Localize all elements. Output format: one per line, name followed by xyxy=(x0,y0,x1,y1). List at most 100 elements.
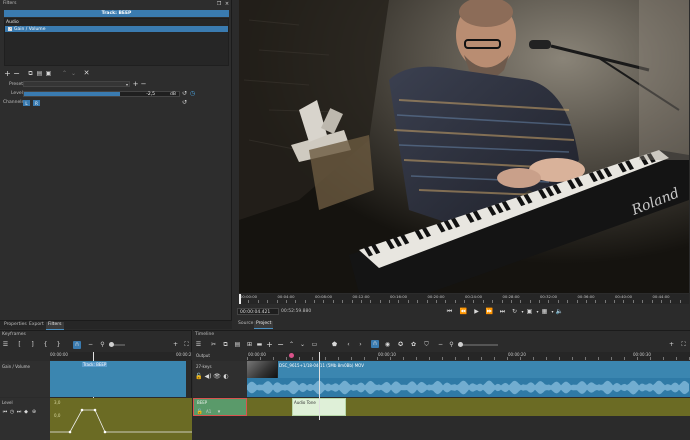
add-keyframe-icon[interactable]: ∩ xyxy=(73,341,81,349)
lift-icon[interactable]: + xyxy=(266,340,273,348)
v1-mute-icon[interactable]: ◀) xyxy=(205,374,212,380)
paste-icon[interactable]: ▤ xyxy=(234,341,241,348)
a1-track-button[interactable]: A1 xyxy=(206,410,211,414)
add-kf-icon[interactable]: ◷ xyxy=(9,409,15,415)
ripple-markers-icon[interactable]: ⛉ xyxy=(423,341,430,348)
tab-filters[interactable]: Filters xyxy=(46,322,64,330)
move-down-icon[interactable]: ⌄ xyxy=(70,70,77,77)
deselect-filter-icon[interactable]: ✕ xyxy=(83,70,90,77)
prev-kf-icon[interactable]: ⏮ xyxy=(2,409,8,415)
set-out-icon[interactable]: ] xyxy=(29,341,36,348)
tl-zoom-handle[interactable] xyxy=(458,342,463,347)
preset-select[interactable]: ▾ xyxy=(23,81,130,87)
v1-hide-icon[interactable]: 👁 xyxy=(213,374,221,380)
zoom-icon[interactable]: ▣ xyxy=(526,308,533,315)
tab-export[interactable]: Export xyxy=(27,322,46,329)
tab-properties[interactable]: Properties xyxy=(2,322,29,329)
zoom-slider-handle[interactable] xyxy=(109,342,114,347)
tab-source[interactable]: Source xyxy=(236,321,255,328)
tl-a1-header[interactable]: BEEP 🔓 A1 ▾ xyxy=(193,398,247,416)
ripple-all-icon[interactable]: ✿ xyxy=(410,341,417,348)
tl-zoom-slider[interactable] xyxy=(458,342,498,347)
ripple-delete-icon[interactable]: ▬ xyxy=(256,341,263,348)
ripple-icon[interactable]: ✪ xyxy=(397,341,404,348)
set-in-icon[interactable]: [ xyxy=(16,341,23,348)
video-frame[interactable]: Roland xyxy=(239,0,689,293)
remove-filter-icon[interactable]: − xyxy=(13,69,20,77)
menu-icon[interactable]: ☰ xyxy=(2,341,9,348)
zoom-slider[interactable] xyxy=(109,342,125,347)
save-preset-icon[interactable]: ▣ xyxy=(45,70,52,77)
float-icon[interactable]: ❐ xyxy=(216,1,222,7)
channel-r-button[interactable]: R xyxy=(33,100,40,106)
channel-l-button[interactable]: L xyxy=(23,100,30,106)
zoom-magnifier-icon[interactable]: ⚲ xyxy=(99,341,106,348)
add-preset-icon[interactable]: + xyxy=(132,81,139,88)
rewind-icon[interactable]: ⏪ xyxy=(460,308,467,315)
tl-zoom-magnifier-icon[interactable]: ⚲ xyxy=(448,341,455,348)
zoom-out-icon[interactable]: − xyxy=(87,341,94,348)
copy-icon[interactable]: ⧉ xyxy=(222,341,229,348)
filter-list-item[interactable]: ✓ Gain / Volume xyxy=(5,26,228,32)
player-ruler[interactable]: 00:00:00 00:04:00 00:08:00 00:12:00 00:16:00… xyxy=(239,294,689,304)
grid-icon[interactable]: ▦ xyxy=(541,308,548,315)
marker-icon[interactable]: ⬟ xyxy=(331,341,338,348)
tl-in-marker[interactable] xyxy=(289,353,294,358)
tl-zoom-in-icon[interactable]: + xyxy=(668,341,675,348)
loop-options-icon[interactable]: ▾ xyxy=(519,308,526,315)
kf-curve[interactable] xyxy=(50,398,192,440)
prev-marker-icon[interactable]: ‹ xyxy=(345,341,352,348)
v1-composite-icon[interactable]: ◐ xyxy=(223,374,229,380)
zoom-fit-icon[interactable]: ⛶ xyxy=(183,341,190,348)
reset-level-icon[interactable]: ↺ xyxy=(181,90,188,97)
loop-icon[interactable]: ↻ xyxy=(511,308,518,315)
keyframe-level-icon[interactable]: ◷ xyxy=(189,90,196,97)
v1-clip[interactable]: DSC_9615+1/18-04-11 (5Mb 8m0Bb) MOV xyxy=(247,361,690,397)
snap-icon[interactable]: ∩ xyxy=(371,340,379,348)
zoom-options-icon[interactable]: ▾ xyxy=(534,308,541,315)
zoom-in-icon[interactable]: + xyxy=(172,341,179,348)
skip-start-icon[interactable]: ⏮ xyxy=(446,308,453,315)
level-value[interactable]: -2,5 xyxy=(146,92,155,97)
kf-extra-icon[interactable]: ⊕ xyxy=(31,409,37,415)
cut-icon[interactable]: ✂ xyxy=(210,341,217,348)
kf-clip[interactable]: Track: BEEP xyxy=(50,361,186,397)
tl-menu-icon[interactable]: ☰ xyxy=(195,341,202,348)
split-icon[interactable]: ▭ xyxy=(311,341,318,348)
filter-list[interactable]: Audio ✓ Gain / Volume xyxy=(4,18,229,66)
paste-filter-icon[interactable]: ▤ xyxy=(36,70,43,77)
position-timecode[interactable]: 00:00:04.421 xyxy=(237,308,279,315)
skip-end-icon[interactable]: ⏭ xyxy=(499,308,506,315)
tl-v1-lane[interactable]: DSC_9615+1/18-04-11 (5Mb 8m0Bb) MOV xyxy=(247,361,690,397)
copy-filter-icon[interactable]: ⧉ xyxy=(27,70,34,77)
keyframes-ruler[interactable]: 00:00:00 00:00:2 xyxy=(50,352,192,360)
tl-ruler[interactable]: 00:00:00 00:00:10 00:00:20 00:00:30 xyxy=(247,352,690,360)
tl-playhead[interactable] xyxy=(319,352,320,420)
tl-zoom-fit-icon[interactable]: ⛶ xyxy=(680,341,687,348)
scrub-icon[interactable]: ◉ xyxy=(384,341,391,348)
next-marker-icon[interactable]: › xyxy=(357,341,364,348)
level-slider[interactable]: -2,5 dB xyxy=(23,91,180,97)
tl-v1-header[interactable]: 27-keys 🔓 ◀) 👁 ◐ xyxy=(193,361,247,397)
player-playhead[interactable] xyxy=(239,294,241,304)
kf-lock-icon[interactable]: ◆ xyxy=(23,409,29,415)
next-kf-icon[interactable]: ⏭ xyxy=(16,409,22,415)
add-filter-icon[interactable]: + xyxy=(4,69,11,77)
a1-options-icon[interactable]: ▾ xyxy=(216,409,222,415)
next-keyframe-icon[interactable]: } xyxy=(55,341,62,348)
fast-forward-icon[interactable]: ⏩ xyxy=(486,308,493,315)
v1-lock-icon[interactable]: 🔓 xyxy=(195,374,202,380)
play-icon[interactable]: ▶ xyxy=(473,308,480,315)
append-icon[interactable]: ⊞ xyxy=(246,341,253,348)
close-panel-icon[interactable]: × xyxy=(224,1,230,7)
remove-preset-icon[interactable]: − xyxy=(140,81,147,88)
tl-a1-lane[interactable]: Audio Tone xyxy=(247,398,690,416)
filter-enable-checkbox[interactable]: ✓ xyxy=(8,27,12,31)
tab-project[interactable]: Project xyxy=(254,321,274,329)
a1-clip-left[interactable] xyxy=(247,398,291,416)
insert-icon[interactable]: ⌄ xyxy=(299,341,306,348)
remove-icon[interactable]: − xyxy=(277,340,284,348)
prev-keyframe-icon[interactable]: { xyxy=(42,341,49,348)
kf-level-lane[interactable]: 3,0 0,0 xyxy=(50,398,192,440)
move-up-icon[interactable]: ⌃ xyxy=(61,70,68,77)
